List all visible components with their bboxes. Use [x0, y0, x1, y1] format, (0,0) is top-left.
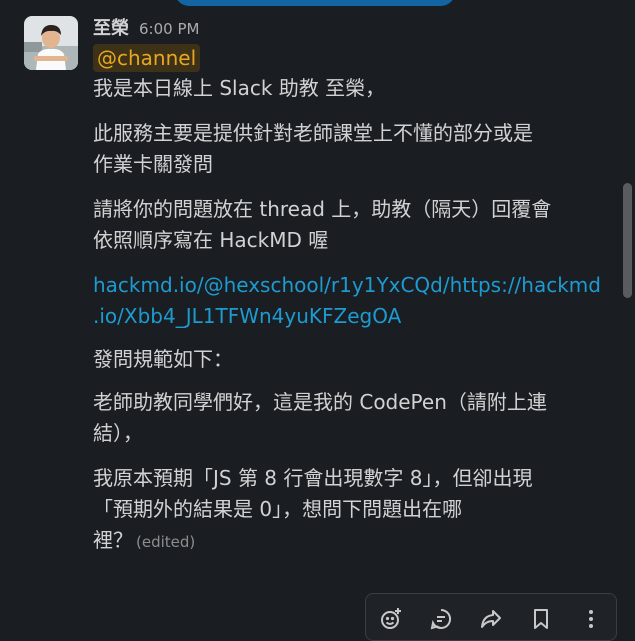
example2-line3: 裡？ (edited) — [93, 525, 613, 558]
message-content: 至榮 6:00 PM @channel 我是本日線上 Slack 助教 至榮， … — [93, 14, 613, 558]
example1-line2: 結）， — [93, 421, 143, 445]
rules-title: 發問規範如下： — [93, 347, 233, 371]
example2-line1: 我原本預期「JS 第 8 行會出現數字 8」，但卻出現 — [93, 466, 533, 490]
edited-label: (edited) — [136, 533, 196, 551]
new-messages-banner[interactable] — [175, 0, 455, 6]
hackmd-link-line1[interactable]: hackmd.io/@hexschool/r1y1YxCQd/https://h… — [93, 270, 613, 301]
timestamp[interactable]: 6:00 PM — [139, 20, 199, 38]
hackmd-link-line2[interactable]: .io/Xbb4_JL1TFWn4yuKFZegOA — [93, 301, 613, 332]
reply-thread-icon[interactable] — [423, 602, 459, 636]
add-reaction-icon[interactable] — [373, 602, 409, 636]
purpose-text-line2: 作業卡關發問 — [93, 152, 213, 176]
example1-line1: 老師助教同學們好，這是我的 CodePen（請附上連 — [93, 390, 547, 414]
sender-name[interactable]: 至榮 — [93, 14, 129, 40]
purpose-text-line1: 此服務主要是提供針對老師課堂上不懂的部分或是 — [93, 121, 533, 145]
intro-text: 我是本日線上 Slack 助教 至榮， — [93, 76, 386, 100]
message-header: 至榮 6:00 PM — [93, 14, 613, 42]
more-actions-icon[interactable] — [573, 602, 609, 636]
avatar[interactable] — [24, 16, 78, 70]
request-text-line1: 請將你的問題放在 thread 上，助教（隔天）回覆會 — [93, 197, 552, 221]
message-actions-toolbar — [365, 593, 617, 641]
scrollbar-thumb[interactable] — [623, 183, 632, 298]
bookmark-icon[interactable] — [523, 602, 559, 636]
example2-line2: 「預期外的結果是 0」，想問下問題出在哪 — [93, 497, 463, 521]
request-text-line2: 依照順序寫在 HackMD 喔 — [93, 228, 329, 252]
example2-line3-text: 裡？ — [93, 528, 133, 552]
channel-mention[interactable]: @channel — [93, 44, 201, 72]
share-icon[interactable] — [473, 602, 509, 636]
